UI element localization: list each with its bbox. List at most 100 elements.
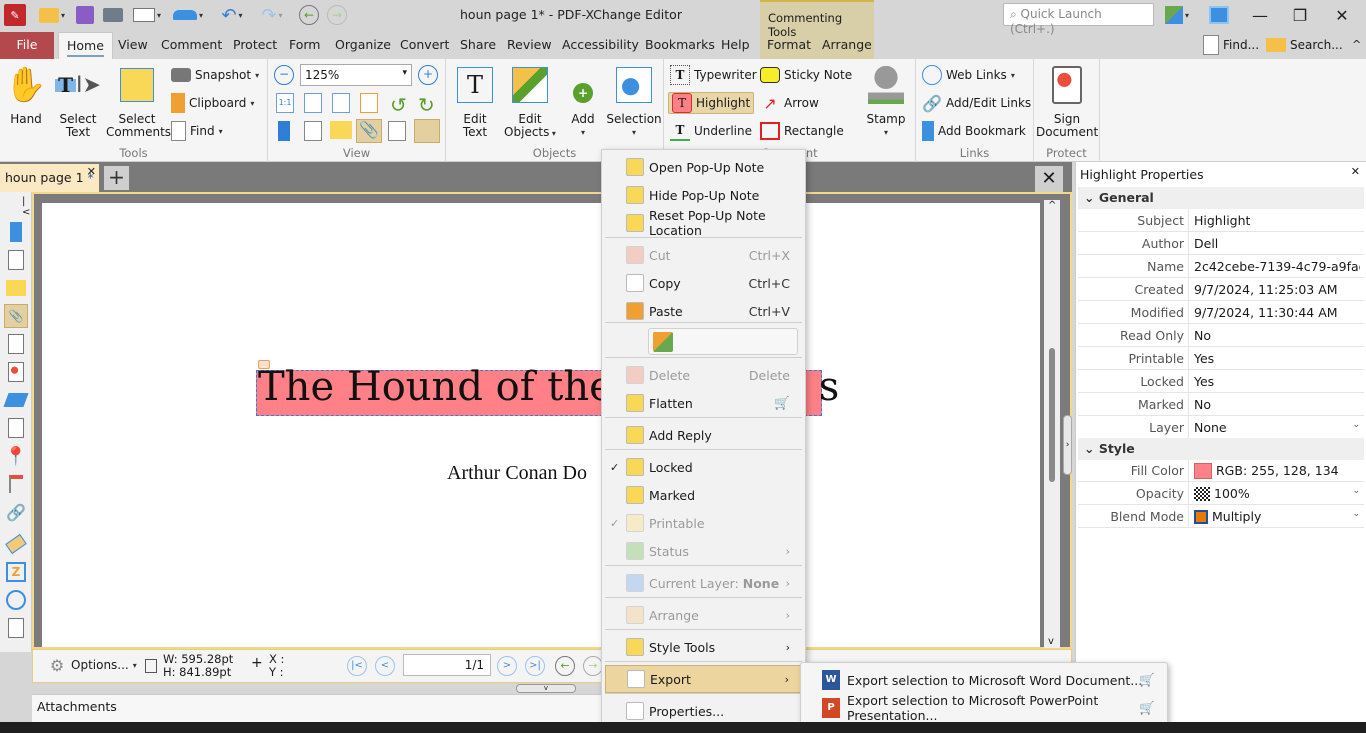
select-text-button[interactable]: T I➤ Select Text xyxy=(52,63,104,139)
menu-item-current-layer[interactable]: Current Layer: None › xyxy=(605,569,802,597)
property-marked[interactable]: Marked No xyxy=(1078,393,1364,416)
snapshot-button[interactable]: Snapshot ▾ xyxy=(171,64,259,86)
property-fill-color[interactable]: Fill Color RGB: 255, 128, 134 xyxy=(1078,459,1364,482)
content-icon[interactable] xyxy=(4,332,28,356)
sign-document-button[interactable]: Sign Document xyxy=(1036,63,1098,139)
bookmarks-pane-button[interactable] xyxy=(278,121,290,141)
menu-item-marked[interactable]: Marked xyxy=(605,481,802,509)
bookmarks-icon[interactable] xyxy=(4,220,28,244)
attachments-pane-button[interactable]: 📎 xyxy=(356,119,382,143)
export-word-item[interactable]: W Export selection to Microsoft Word Docu… xyxy=(805,666,1163,694)
restore-button[interactable]: ❐ xyxy=(1277,0,1323,30)
underline-button[interactable]: T Underline xyxy=(670,120,752,142)
tab-accessibility[interactable]: Accessibility xyxy=(554,32,647,59)
menu-item-hide-pop-up-note[interactable]: Hide Pop-Up Note xyxy=(605,181,802,209)
property-blend-mode[interactable]: Blend Mode Multiply ⌄ xyxy=(1078,505,1364,528)
new-tab-button[interactable]: + xyxy=(104,166,129,190)
find-tool-button[interactable]: Find ▾ xyxy=(171,120,223,142)
menu-item-paste[interactable]: Paste Ctrl+V xyxy=(605,297,802,325)
tab-comment[interactable]: Comment xyxy=(153,32,230,59)
find-button[interactable]: Find... xyxy=(1203,34,1259,56)
comments-pane-button[interactable] xyxy=(330,121,352,139)
tab-bookmarks[interactable]: Bookmarks xyxy=(637,32,723,59)
tab-arrange[interactable]: Arrange xyxy=(814,32,880,59)
property-read-only[interactable]: Read Only No xyxy=(1078,324,1364,347)
menu-item-arrange[interactable]: Arrange › xyxy=(605,601,802,629)
rectangle-button[interactable]: Rectangle xyxy=(760,120,844,142)
open-file-button[interactable]: ▾ xyxy=(34,4,70,26)
menu-item-open-pop-up-note[interactable]: Open Pop-Up Note xyxy=(605,153,802,181)
web-links-button[interactable]: Web Links ▾ xyxy=(922,64,1015,86)
fullscreen-button[interactable] xyxy=(1207,4,1231,26)
signatures-icon[interactable] xyxy=(4,360,28,384)
scroll-down-icon[interactable]: v xyxy=(1048,636,1054,647)
menu-item-style-tools[interactable]: Style Tools › xyxy=(605,633,802,661)
tab-view[interactable]: View xyxy=(110,32,156,59)
highlight-button[interactable]: T Highlight xyxy=(668,92,755,114)
clipboard-button[interactable]: Clipboard ▾ xyxy=(171,92,254,114)
structure-tree-icon[interactable] xyxy=(4,472,28,496)
menu-item-copy[interactable]: Copy Ctrl+C xyxy=(605,269,802,297)
close-panel-icon[interactable]: ✕ xyxy=(1351,165,1360,178)
tab-home[interactable]: Home xyxy=(58,32,113,59)
property-created[interactable]: Created 9/7/2024, 11:25:03 AM xyxy=(1078,278,1364,301)
menu-item-cut[interactable]: Cut Ctrl+X xyxy=(605,241,802,269)
tags-icon[interactable] xyxy=(4,532,28,556)
menu-item-reset-pop-up-note-location[interactable]: Reset Pop-Up Note Location xyxy=(605,208,802,238)
menu-item-delete[interactable]: Delete Delete xyxy=(605,361,802,389)
actual-size-button[interactable]: 1:1 xyxy=(276,93,294,113)
accessibility-check-icon[interactable] xyxy=(4,588,28,612)
menu-item-export[interactable]: Export › xyxy=(605,665,802,693)
property-locked[interactable]: Locked Yes xyxy=(1078,370,1364,393)
email-button[interactable]: ▾ xyxy=(128,4,166,26)
collapse-sidebar-button[interactable]: |< xyxy=(22,196,31,218)
properties-pane-button[interactable] xyxy=(414,119,440,143)
selection-button[interactable]: Selection ▾ xyxy=(606,63,662,139)
paste-as-image-button[interactable] xyxy=(648,328,798,355)
expand-right-panel-button[interactable]: › xyxy=(1063,415,1072,475)
links-icon[interactable]: 🔗 xyxy=(4,500,28,524)
close-window-button[interactable]: ✕ xyxy=(1319,0,1365,30)
close-document-button[interactable]: ✕ xyxy=(1035,166,1063,192)
content-pane-button[interactable] xyxy=(388,121,406,141)
zoom-select[interactable]: 125% ▾ xyxy=(300,64,412,86)
add-bookmark-button[interactable]: Add Bookmark xyxy=(922,120,1026,142)
first-page-button[interactable]: |< xyxy=(347,656,367,676)
add-edit-links-button[interactable]: 🔗 Add/Edit Links xyxy=(922,92,1031,114)
tab-file[interactable]: File xyxy=(0,32,54,59)
fit-visible-button[interactable] xyxy=(360,93,378,113)
menu-item-locked[interactable]: ✓ Locked xyxy=(605,453,802,481)
thumbnails-icon[interactable] xyxy=(4,248,28,272)
property-author[interactable]: Author Dell xyxy=(1078,232,1364,255)
section-style[interactable]: ⌄ Style xyxy=(1078,438,1364,460)
edit-text-button[interactable]: T Edit Text xyxy=(450,63,500,139)
thumbnails-pane-button[interactable] xyxy=(304,121,322,141)
forward-button[interactable]: → xyxy=(326,4,348,26)
app-logo-icon[interactable]: ✎ xyxy=(4,4,26,26)
order-icon[interactable]: Z xyxy=(4,560,28,584)
rotate-left-button[interactable]: ↺ xyxy=(390,93,407,117)
accessibility-report-icon[interactable] xyxy=(4,616,28,640)
back-button[interactable]: ← xyxy=(298,4,320,26)
property-name[interactable]: Name 2c42cebe-7139-4c79-a9fad25e71.. xyxy=(1078,255,1364,278)
section-general[interactable]: ⌄ General xyxy=(1078,187,1364,209)
options-button[interactable]: ⚙ Options... ▾ xyxy=(47,654,137,676)
print-button[interactable] xyxy=(102,4,124,26)
menu-item-printable[interactable]: ✓ Printable xyxy=(605,509,802,537)
rotate-right-button[interactable]: ↻ xyxy=(418,93,435,117)
scan-button[interactable]: ▾ xyxy=(168,4,208,26)
collapse-ribbon-button[interactable]: ^ xyxy=(1352,38,1361,51)
content-editing-icon[interactable] xyxy=(4,416,28,440)
tab-format[interactable]: Format xyxy=(759,32,819,59)
tab-review[interactable]: Review xyxy=(499,32,560,59)
arrow-button[interactable]: ↗ Arrow xyxy=(760,92,818,114)
menu-item-add-reply[interactable]: Add Reply xyxy=(605,421,802,449)
prev-page-button[interactable]: < xyxy=(375,656,395,676)
close-tab-icon[interactable]: ✕ xyxy=(87,165,96,178)
tab-help[interactable]: Help xyxy=(713,32,758,59)
zoom-in-button[interactable]: + xyxy=(418,65,438,85)
export-powerpoint-item[interactable]: P Export selection to Microsoft PowerPoin… xyxy=(805,693,1163,723)
scrollbar-thumb[interactable] xyxy=(1049,348,1055,482)
stamp-button[interactable]: Stamp ▾ xyxy=(862,63,910,139)
save-button[interactable] xyxy=(74,4,96,26)
